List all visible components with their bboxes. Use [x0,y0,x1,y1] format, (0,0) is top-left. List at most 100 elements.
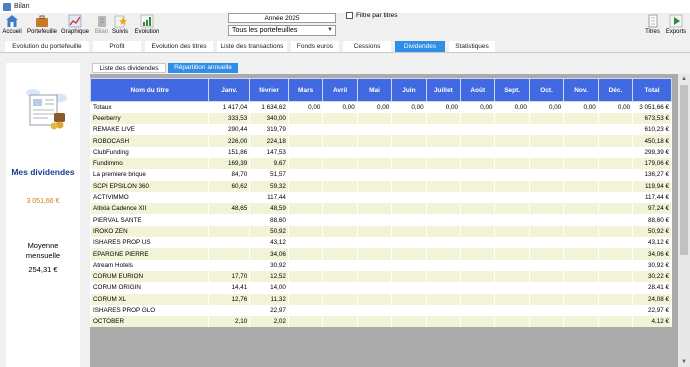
column-header[interactable]: Nov. [563,78,599,102]
graphique-button[interactable]: Graphique [61,13,89,38]
cell-month-value [425,191,462,204]
table-row[interactable]: PIERVAL SANTE 88,60 88,60 € [90,214,672,226]
column-header[interactable]: Juillet [425,78,462,102]
cell-month-value [287,270,324,283]
cell-month-value: 1 634,62 [249,101,289,113]
chevron-down-icon: ▼ [327,27,333,33]
tab-dividendes[interactable]: Dividendes [395,41,445,52]
table-row[interactable]: SCPI EPSILON 360 60,62 59,32 119,94 € [90,180,672,192]
column-header[interactable]: Mars [287,78,324,102]
exports-button[interactable]: Exports [665,13,687,38]
cell-month-value [528,214,565,226]
portfolio-select[interactable]: Tous les portefeuilles ▼ [228,25,336,36]
table-row[interactable]: ROBOCASH 226,00 224,18 450,18 € [90,135,672,147]
cell-total: 50,92 € [632,225,672,238]
table-row[interactable]: OCTOBER 2,10 2,02 4,12 € [90,316,672,328]
column-header[interactable]: Avril [322,78,358,102]
table-row[interactable]: CORUM EURION 17,70 12,52 30,22 € [90,270,672,283]
cell-month-value: 169,39 [208,157,251,170]
cell-month-value: 0,00 [563,101,599,113]
column-header[interactable]: Oct. [528,78,565,102]
cell-month-value [528,304,565,317]
cell-month-value [460,124,496,136]
cell-total: 30,22 € [632,270,672,283]
table-row[interactable]: Altixia Cadence XII 48,65 48,59 97,24 € [90,203,672,215]
tab-cessions[interactable]: Cessions [343,41,391,52]
table-header-row: Nom du titre Janv. février Mars Avril Mai Juin… [90,78,672,102]
column-header[interactable]: Janv. [208,78,251,102]
bilan-button[interactable]: Bilan [93,13,110,38]
growth-icon [140,14,154,28]
column-header[interactable]: Nom du titre [90,78,210,102]
column-header[interactable]: Sept. [494,78,530,102]
suivis-button[interactable]: Suivis [111,13,129,38]
scroll-up-icon[interactable]: ▲ [678,74,690,84]
tab-evolution-portefeuille[interactable]: Evolution du portefeuille [5,41,89,52]
tab-fonds-euros[interactable]: Fonds euros [291,41,339,52]
table-row[interactable]: ClubFunding 151,86 147,53 299,39 € [90,146,672,158]
table-row[interactable]: Peerberry 333,53 340,00 673,53 € [90,112,672,125]
table-row[interactable]: La premiere brique 84,70 51,57 136,27 € [90,169,672,181]
cell-month-value: 0,00 [322,101,358,113]
table-row[interactable]: EPARGNE PIERRE 34,06 34,06 € [90,248,672,260]
table-row[interactable]: ISHARES PROP GLO 22,97 22,97 € [90,304,672,317]
table-row[interactable]: CORUM ORIGIN 14,41 14,00 28,41 € [90,282,672,294]
cell-month-value [494,180,530,192]
scroll-down-icon[interactable]: ▼ [678,357,690,367]
cell-month-value [425,237,462,249]
cell-month-value [528,157,565,170]
titres-button[interactable]: Titres [643,13,662,38]
cell-month-value [494,214,530,226]
cell-month-value [425,180,462,192]
cell-title-name: SCPI EPSILON 360 [90,180,210,192]
vertical-scrollbar[interactable]: ▲ ▼ [678,74,690,367]
totals-row[interactable]: Totaux 1 417,04 1 634,62 0,00 0,00 0,00 0,00 0,… [90,101,672,113]
cell-month-value [563,259,599,271]
table-row[interactable]: REMAKE LIVE 290,44 319,79 610,23 € [90,124,672,136]
accueil-button[interactable]: Accueil [2,13,22,38]
cell-month-value [425,304,462,317]
subtab-liste-dividendes[interactable]: Liste des dividendes [92,63,166,73]
column-header[interactable]: Août [460,78,496,102]
tab-statistiques[interactable]: Statistiques [449,41,495,52]
portefeuille-button[interactable]: Portefeuille [26,13,58,38]
table-row[interactable]: Atream Hotels 30,92 30,92 € [90,259,672,271]
table-row[interactable]: ISHARES PROP US 43,12 43,12 € [90,237,672,249]
cell-month-value: 226,00 [208,135,251,147]
cell-month-value [563,214,599,226]
table-row[interactable]: Fundimmo 169,39 9,67 179,06 € [90,157,672,170]
subtab-repartition-annuelle[interactable]: Répartition annuelle [168,63,238,73]
cell-month-value [425,124,462,136]
column-header[interactable]: Déc. [597,78,634,102]
column-header[interactable]: Total [632,78,672,102]
cell-month-value: 2,10 [208,316,251,328]
cell-month-value [563,191,599,204]
cell-month-value [494,157,530,170]
table-row[interactable]: CORUM XL 12,76 11,32 24,08 € [90,293,672,305]
cell-month-value [597,237,634,249]
scroll-thumb[interactable] [680,85,688,255]
tab-profit[interactable]: Profit [93,41,141,52]
year-selector[interactable]: Année 2025 [228,13,336,23]
table-row[interactable]: IROKO ZEN 50,92 50,92 € [90,225,672,238]
cell-month-value: 17,70 [208,270,251,283]
filter-checkbox[interactable] [346,12,353,19]
column-header[interactable]: février [249,78,289,102]
tab-evolution-titres[interactable]: Evolution des titres [145,41,213,52]
column-header[interactable]: Mai [356,78,393,102]
tab-transactions[interactable]: Liste des transactions [217,41,287,52]
cell-month-value [356,225,393,238]
table-row[interactable]: ACTIVIMMO 117,44 117,44 € [90,191,672,204]
cell-month-value [597,293,634,305]
cell-month-value [322,237,358,249]
column-header[interactable]: Juin [391,78,427,102]
filter-by-titles[interactable]: Filtre par titres [346,12,398,19]
cell-month-value [597,146,634,158]
evolution-button[interactable]: Evolution [134,13,160,38]
cell-title-name: IROKO ZEN [90,225,210,238]
cell-month-value [597,304,634,317]
cell-month-value [528,237,565,249]
cell-month-value [208,237,251,249]
cell-month-value [563,135,599,147]
cell-total: 673,53 € [632,112,672,125]
